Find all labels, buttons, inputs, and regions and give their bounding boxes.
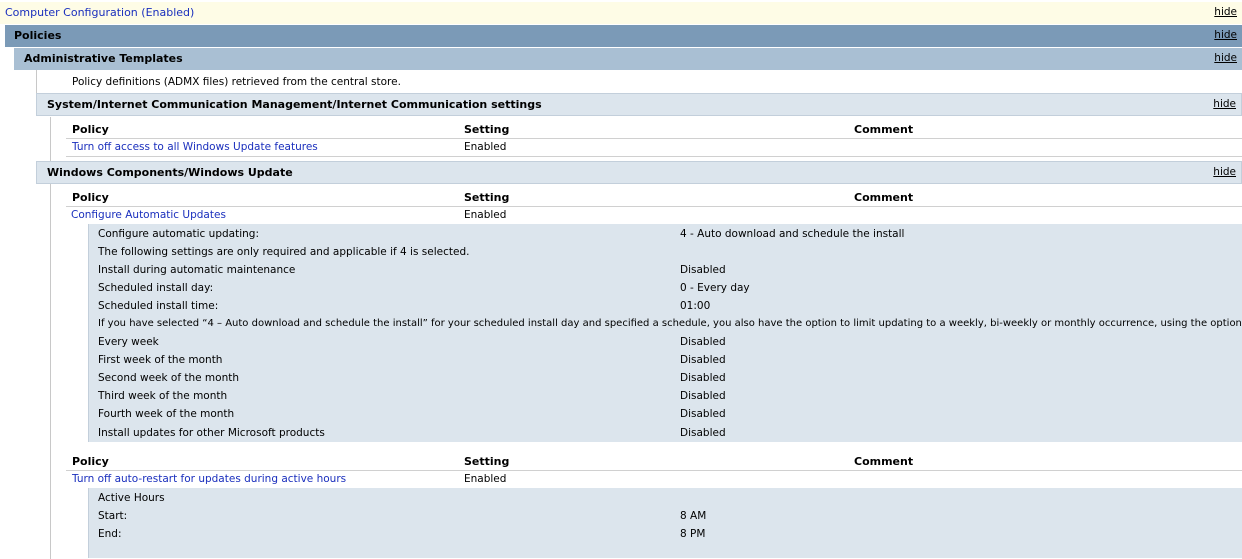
detail-value: Disabled (680, 336, 726, 348)
detail-label: Second week of the month (98, 372, 240, 384)
category-title: System/Internet Communication Management… (47, 98, 542, 111)
column-header-policy: Policy (72, 191, 109, 204)
policies-hide-link[interactable]: hide (1214, 29, 1237, 41)
detail-value: Disabled (680, 372, 726, 384)
detail-value: 8 PM (680, 528, 706, 540)
header-underline (66, 470, 1242, 471)
administrative-templates-title: Administrative Templates (24, 52, 183, 65)
detail-value: Disabled (680, 427, 726, 439)
admx-description: Policy definitions (ADMX files) retrieve… (72, 76, 401, 88)
detail-label: If you have selected “4 – Auto download … (98, 318, 1242, 329)
header-underline (66, 138, 1242, 139)
detail-label: End: (98, 528, 122, 540)
column-header-comment: Comment (854, 455, 914, 468)
detail-value: Disabled (680, 390, 726, 402)
policy-details-configure-automatic-updates: Configure automatic updating: 4 - Auto d… (88, 224, 1242, 442)
detail-value: 0 - Every day (680, 282, 750, 294)
detail-label: Third week of the month (98, 390, 228, 402)
detail-label: Every week (98, 336, 159, 348)
detail-label: Fourth week of the month (98, 408, 235, 420)
detail-label: First week of the month (98, 354, 223, 366)
detail-label: Scheduled install day: (98, 282, 214, 294)
policies-title: Policies (14, 29, 62, 42)
policy-link-turn-off-auto-restart[interactable]: Turn off auto-restart for updates during… (72, 473, 346, 485)
column-header-comment: Comment (854, 123, 914, 136)
detail-label: Configure automatic updating: (98, 228, 259, 240)
detail-value: Disabled (680, 408, 726, 420)
category-header-internet-communication: System/Internet Communication Management… (36, 93, 1242, 116)
administrative-templates-hide-link[interactable]: hide (1214, 52, 1237, 64)
column-header-setting: Setting (464, 455, 510, 468)
tree-guide-line-outer (36, 70, 37, 94)
header-underline (66, 206, 1242, 207)
computer-configuration-title: Computer Configuration (Enabled) (5, 6, 195, 19)
detail-label: Start: (98, 510, 128, 522)
policy-setting-value: Enabled (464, 473, 507, 485)
row-underline (66, 156, 1242, 157)
column-header-setting: Setting (464, 191, 510, 204)
policy-setting-value: Enabled (464, 209, 507, 221)
column-header-comment: Comment (854, 191, 914, 204)
detail-label: Install updates for other Microsoft prod… (98, 427, 325, 439)
policies-header: Policies hide (5, 25, 1242, 47)
column-header-policy: Policy (72, 455, 109, 468)
computer-configuration-hide-link[interactable]: hide (1214, 6, 1237, 18)
category-hide-link[interactable]: hide (1213, 166, 1236, 178)
detail-value: 4 - Auto download and schedule the insta… (680, 228, 905, 240)
category-title: Windows Components/Windows Update (47, 166, 293, 179)
detail-label: Install during automatic maintenance (98, 264, 296, 276)
policy-link-configure-automatic-updates[interactable]: Configure Automatic Updates (71, 209, 226, 221)
column-header-setting: Setting (464, 123, 510, 136)
category-hide-link[interactable]: hide (1213, 98, 1236, 110)
detail-value: Disabled (680, 264, 726, 276)
column-header-policy: Policy (72, 123, 109, 136)
policy-link-turn-off-windows-update[interactable]: Turn off access to all Windows Update fe… (72, 141, 318, 153)
detail-label: Scheduled install time: (98, 300, 219, 312)
administrative-templates-header: Administrative Templates hide (14, 48, 1242, 70)
computer-configuration-header: Computer Configuration (Enabled) hide (0, 2, 1242, 24)
detail-value: 8 AM (680, 510, 707, 522)
detail-label: The following settings are only required… (98, 246, 470, 258)
detail-value: 01:00 (680, 300, 711, 312)
detail-value: Disabled (680, 354, 726, 366)
policy-details-active-hours: Active Hours Start: 8 AM End: 8 PM (88, 488, 1242, 558)
policy-setting-value: Enabled (464, 141, 507, 153)
category-header-windows-update: Windows Components/Windows Update hide (36, 161, 1242, 184)
detail-label: Active Hours (98, 492, 165, 504)
